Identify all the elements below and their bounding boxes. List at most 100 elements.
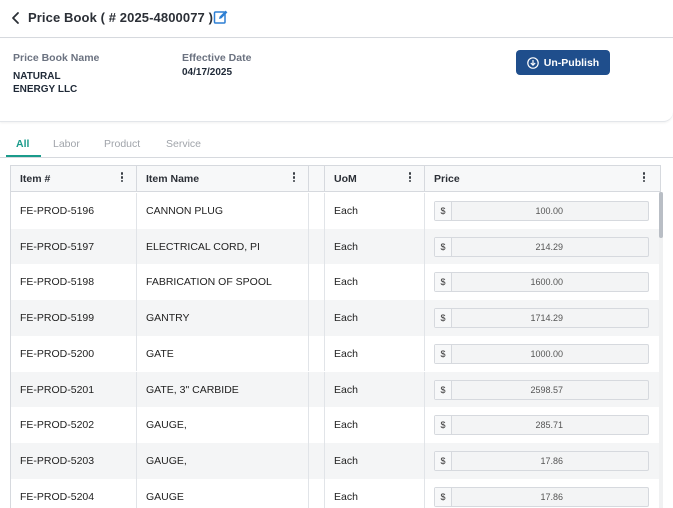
currency-symbol: $ [435,416,452,435]
page-title: Price Book ( # 2025-4800077 ) [28,10,214,25]
price-input[interactable]: $17.86 [434,450,649,471]
uom-cell: Each [334,383,358,396]
table-row[interactable]: FE-PROD-5202 GAUGE, Each $285.71 [11,407,660,443]
item-name-cell: GAUGE, [146,454,187,467]
uom-cell: Each [334,205,358,217]
price-value: 17.86 [540,455,563,466]
item-name-cell: GAUGE, [146,419,187,432]
table-row[interactable]: FE-PROD-5198 FABRICATION OF SPOOL Each $… [11,264,660,301]
table-row[interactable]: FE-PROD-5200 GATE Each $1000.00 [11,335,660,372]
item-number-cell: FE-PROD-5202 [20,419,95,432]
column-label-item-name: Item Name [146,173,200,185]
tab-product[interactable]: Product [104,138,140,150]
item-number-cell: FE-PROD-5196 [20,205,95,217]
item-name-cell: GATE, 3" CARBIDE [146,383,239,396]
price-book-name-value: NATURAL ENERGY LLC [13,70,77,96]
price-book-name-line2: ENERGY LLC [13,84,78,95]
item-number-cell: FE-PROD-5197 [20,240,95,253]
tab-labor[interactable]: Labor [53,138,80,150]
currency-symbol: $ [435,273,452,292]
currency-symbol: $ [435,487,452,506]
uom-cell: Each [334,312,358,325]
currency-symbol: $ [435,380,452,399]
item-number-cell: FE-PROD-5201 [20,383,95,396]
price-input[interactable]: $1600.00 [434,272,649,293]
edit-icon[interactable] [213,9,229,25]
price-input[interactable]: $100.00 [434,201,649,221]
item-name-cell: GAUGE [146,490,184,503]
table-row[interactable]: FE-PROD-5196 CANNON PLUG Each $100.00 [11,193,660,229]
price-value: 214.29 [535,241,563,252]
download-circle-icon [526,56,539,69]
price-value: 1600.00 [530,277,563,288]
column-header-item-number[interactable]: Item # [11,166,137,192]
item-number-cell: FE-PROD-5204 [20,490,95,503]
price-value: 100.00 [535,206,563,216]
table-scrollbar[interactable] [659,192,663,508]
active-tab-indicator [6,155,41,157]
column-menu-icon[interactable] [639,171,649,185]
uom-cell: Each [334,240,358,253]
column-header-spacer [309,166,325,192]
table-row[interactable]: FE-PROD-5199 GANTRY Each $1714.29 [11,300,660,336]
price-book-info-card: Price Book Name NATURAL ENERGY LLC Effec… [0,39,673,122]
table-row[interactable]: FE-PROD-5204 GAUGE Each $17.86 [11,478,660,508]
table-row[interactable]: FE-PROD-5201 GATE, 3" CARBIDE Each $2598… [11,371,660,408]
effective-date-value: 04/17/2025 [182,67,233,78]
back-arrow-icon[interactable] [9,9,25,27]
tab-all[interactable]: All [16,138,29,150]
price-input[interactable]: $1714.29 [434,308,649,329]
price-input[interactable]: $2598.57 [434,379,649,400]
column-label-item-number: Item # [20,173,51,185]
item-name-cell: FABRICATION OF SPOOL [146,276,272,289]
column-label-price: Price [434,173,460,185]
uom-cell: Each [334,276,358,289]
item-name-cell: CANNON PLUG [146,205,224,217]
uom-cell: Each [334,347,358,360]
currency-symbol: $ [435,309,452,328]
item-number-cell: FE-PROD-5203 [20,454,95,467]
price-book-name-line1: NATURAL [13,71,61,82]
price-book-table: Item # Item Name UoM Price FE-PROD-5196 … [10,165,661,508]
column-menu-icon[interactable] [405,171,415,185]
currency-symbol: $ [435,202,452,220]
price-input[interactable]: $214.29 [434,236,649,257]
currency-symbol: $ [435,451,452,470]
category-tabs: All Labor Product Service [0,131,673,158]
table-header: Item # Item Name UoM Price [11,166,660,192]
uom-cell: Each [334,454,358,467]
unpublish-label: Un-Publish [543,56,600,69]
price-value: 1714.29 [530,313,563,324]
column-header-item-name[interactable]: Item Name [137,166,309,192]
column-label-uom: UoM [334,173,357,185]
scrollbar-thumb[interactable] [659,192,663,238]
item-number-cell: FE-PROD-5199 [20,312,95,325]
table-row[interactable]: FE-PROD-5197 ELECTRICAL CORD, PI Each $2… [11,228,660,265]
effective-date-label: Effective Date [182,52,252,64]
column-menu-icon[interactable] [289,171,299,185]
uom-cell: Each [334,490,358,503]
price-value: 1000.00 [530,348,563,359]
unpublish-button[interactable]: Un-Publish [516,50,610,75]
item-number-cell: FE-PROD-5200 [20,347,95,360]
currency-symbol: $ [435,237,452,256]
price-input[interactable]: $17.86 [434,486,649,507]
tab-service[interactable]: Service [166,138,201,150]
price-input[interactable]: $1000.00 [434,343,649,364]
price-value: 285.71 [535,420,563,431]
item-number-cell: FE-PROD-5198 [20,276,95,289]
currency-symbol: $ [435,344,452,363]
price-input[interactable]: $285.71 [434,415,649,436]
item-name-cell: GANTRY [146,312,190,325]
price-value: 2598.57 [530,384,563,395]
price-book-name-label: Price Book Name [13,52,100,64]
column-header-uom[interactable]: UoM [325,166,425,192]
price-value: 17.86 [540,491,563,502]
page-header: Price Book ( # 2025-4800077 ) [0,0,673,38]
column-header-price[interactable]: Price [425,166,660,192]
uom-cell: Each [334,419,358,432]
item-name-cell: ELECTRICAL CORD, PI [146,240,260,253]
table-row[interactable]: FE-PROD-5203 GAUGE, Each $17.86 [11,442,660,479]
item-name-cell: GATE [146,347,174,360]
column-menu-icon[interactable] [117,171,127,185]
